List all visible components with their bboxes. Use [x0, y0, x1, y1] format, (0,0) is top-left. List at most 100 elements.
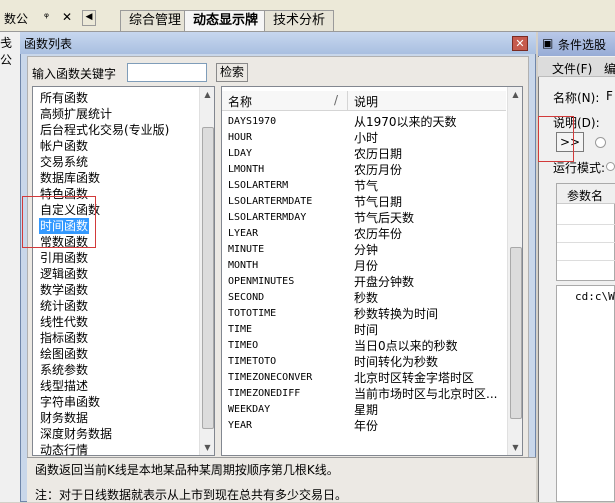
category-item[interactable]: 后台程式化交易(专业版) [40, 122, 169, 138]
scroll-down-icon[interactable]: ▼ [508, 440, 523, 455]
search-label: 输入函数关键字 [32, 67, 117, 81]
function-name-cell[interactable]: LSOLARTERMDAY [228, 210, 306, 226]
function-desc-cell[interactable]: 农历日期 [354, 146, 504, 162]
function-name-cell[interactable]: DAYS1970 [228, 114, 276, 130]
function-name-cell[interactable]: LMONTH [228, 162, 264, 178]
category-item[interactable]: 深度财务数据 [40, 426, 112, 442]
function-desc-cell[interactable]: 北京时区转金字塔时区 [354, 370, 504, 386]
function-name-cell[interactable]: YEAR [228, 418, 252, 434]
run-mode-radio[interactable] [606, 162, 615, 171]
function-name-cell[interactable]: TIMEZONEDIFF [228, 386, 300, 402]
param-header-row: 参数名 [557, 184, 615, 204]
col-name-header[interactable]: 名称 [228, 93, 252, 110]
search-input[interactable] [127, 63, 207, 82]
condition-select-menu-bar: 文件(F) 编 [538, 57, 615, 77]
function-name-cell[interactable]: TIME [228, 322, 252, 338]
name-value[interactable]: F [606, 89, 613, 103]
pin-icon[interactable]: ᵠ [44, 10, 49, 24]
note-text: 注：对于日线数据就表示从上市到现在总共有多少交易日。 [35, 488, 348, 502]
category-item[interactable]: 数学函数 [40, 282, 88, 298]
function-name-cell[interactable]: LSOLARTERM [228, 178, 288, 194]
name-label: 名称(N): [553, 91, 600, 105]
function-desc-cell[interactable]: 时间 [354, 322, 504, 338]
menu-file[interactable]: 文件(F) [552, 60, 592, 77]
scroll-up-icon[interactable]: ▲ [200, 87, 215, 102]
function-desc-cell[interactable]: 星期 [354, 402, 504, 418]
code-editor[interactable]: cd:c\W [556, 285, 615, 502]
function-desc-cell[interactable]: 时间转化为秒数 [354, 354, 504, 370]
code-path-text: cd:c\W [575, 290, 615, 303]
dialog-title-bar: 函数列表 [20, 32, 536, 54]
function-desc-cell[interactable]: 当日0点以来的秒数 [354, 338, 504, 354]
function-name-cell[interactable]: LYEAR [228, 226, 258, 242]
category-item[interactable]: 数据库函数 [40, 170, 100, 186]
function-scrollbar[interactable]: ▲ ▼ [507, 87, 522, 455]
category-item[interactable]: 指标函数 [40, 330, 88, 346]
param-header: 参数名 [567, 189, 604, 203]
col-desc-header[interactable]: 说明 [354, 93, 378, 110]
function-desc-cell[interactable]: 分钟 [354, 242, 504, 258]
category-item[interactable]: 所有函数 [40, 90, 88, 106]
function-desc-cell[interactable]: 小时 [354, 130, 504, 146]
function-name-cell[interactable]: TIMEZONECONVER [228, 370, 312, 386]
close-icon[interactable]: ✕ [62, 10, 72, 24]
function-name-cell[interactable]: TIMEO [228, 338, 258, 354]
tab-technical-analysis[interactable]: 技术分析 [264, 10, 335, 31]
function-desc-cell[interactable]: 月份 [354, 258, 504, 274]
category-item[interactable]: 线型描述 [40, 378, 88, 394]
search-button[interactable]: 检索 [216, 63, 248, 82]
category-item[interactable]: 财务数据 [40, 410, 88, 426]
top-tab-strip: 数公 ᵠ ✕ ◀ 综合管理 动态显示牌 技术分析 [0, 0, 615, 32]
category-item[interactable]: 线性代数 [40, 314, 88, 330]
param-row-divider [557, 224, 615, 225]
function-table-header: 名称 / 说明 [222, 91, 506, 111]
dialog-close-icon[interactable]: ✕ [512, 36, 528, 51]
tab-dynamic-board[interactable]: 动态显示牌 [184, 10, 268, 31]
function-name-cell[interactable]: OPENMINUTES [228, 274, 294, 290]
function-desc-cell[interactable]: 农历年份 [354, 226, 504, 242]
function-desc-cell[interactable]: 农历月份 [354, 162, 504, 178]
function-name-cell[interactable]: MONTH [228, 258, 258, 274]
category-item[interactable]: 动态行情 [40, 442, 88, 458]
menu-edit[interactable]: 编 [604, 60, 615, 77]
function-name-cell[interactable]: MINUTE [228, 242, 264, 258]
tab-overview[interactable]: 综合管理 [120, 10, 191, 31]
function-desc-cell[interactable]: 从1970以来的天数 [354, 114, 504, 130]
category-item[interactable]: 帐户函数 [40, 138, 88, 154]
tab-scroll-left-icon[interactable]: ◀ [82, 10, 96, 26]
function-desc-cell[interactable]: 开盘分钟数 [354, 274, 504, 290]
function-desc-cell[interactable]: 节气日期 [354, 194, 504, 210]
scroll-thumb[interactable] [202, 127, 214, 429]
function-name-cell[interactable]: LDAY [228, 146, 252, 162]
param-table: 参数名 [556, 183, 615, 281]
function-desc-cell[interactable]: 节气 [354, 178, 504, 194]
function-name-cell[interactable]: LSOLARTERMDATE [228, 194, 312, 210]
window-icon: ▣ [542, 36, 554, 50]
function-name-cell[interactable]: SECOND [228, 290, 264, 306]
function-desc-cell[interactable]: 秒数转换为时间 [354, 306, 504, 322]
category-item[interactable]: 系统参数 [40, 362, 88, 378]
category-item[interactable]: 逻辑函数 [40, 266, 88, 282]
function-desc-cell[interactable]: 当前市场时区与北京时区... [354, 386, 504, 402]
function-desc-cell[interactable]: 节气后天数 [354, 210, 504, 226]
scroll-thumb[interactable] [510, 247, 522, 419]
category-scrollbar[interactable]: ▲ ▼ [199, 87, 214, 455]
function-desc-cell[interactable]: 秒数 [354, 290, 504, 306]
function-name-cell[interactable]: TIMETOTO [228, 354, 276, 370]
category-item[interactable]: 高频扩展统计 [40, 106, 112, 122]
category-item[interactable]: 交易系统 [40, 154, 88, 170]
scroll-up-icon[interactable]: ▲ [508, 87, 523, 102]
function-name-cell[interactable]: WEEKDAY [228, 402, 270, 418]
scroll-down-icon[interactable]: ▼ [200, 440, 215, 455]
left-fragment: 数公 [4, 12, 29, 26]
param-row-divider [557, 260, 615, 261]
function-desc-cell[interactable]: 年份 [354, 418, 504, 434]
category-item[interactable]: 引用函数 [40, 250, 88, 266]
column-divider[interactable] [347, 91, 348, 111]
category-item[interactable]: 统计函数 [40, 298, 88, 314]
function-name-cell[interactable]: TOTOTIME [228, 306, 276, 322]
category-item[interactable]: 字符串函数 [40, 394, 100, 410]
category-item[interactable]: 绘图函数 [40, 346, 88, 362]
function-name-cell[interactable]: HOUR [228, 130, 252, 146]
radio-option[interactable] [595, 137, 606, 148]
